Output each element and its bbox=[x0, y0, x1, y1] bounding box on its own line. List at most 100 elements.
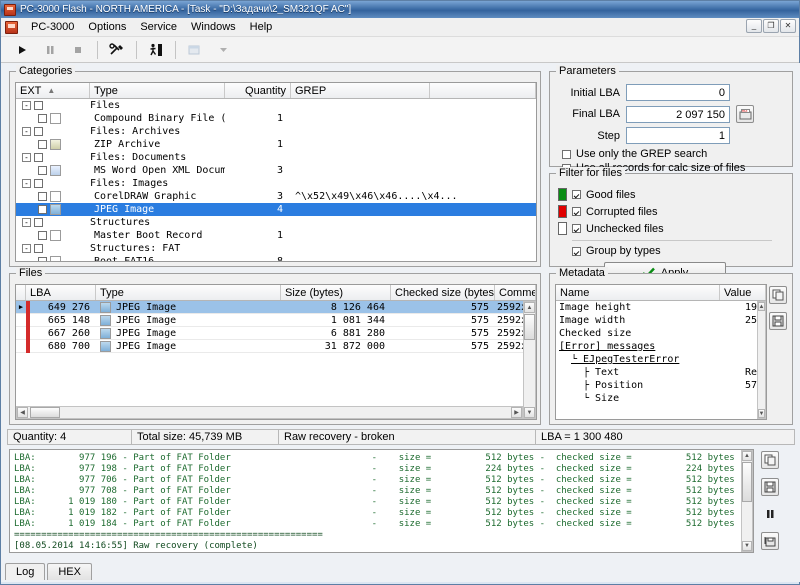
files-grid[interactable]: LBA Type Size (bytes) Checked size (byte… bbox=[15, 284, 537, 420]
pause-log-button[interactable] bbox=[761, 505, 779, 523]
column-header-value[interactable]: Value bbox=[720, 285, 766, 300]
category-checkbox[interactable] bbox=[34, 244, 43, 253]
metadata-vscrollbar[interactable]: ▲ ▼ bbox=[757, 301, 766, 419]
category-checkbox[interactable] bbox=[38, 166, 47, 175]
log-vscroll-thumb[interactable] bbox=[742, 462, 752, 502]
run-utility-button[interactable] bbox=[143, 39, 169, 61]
pause-button[interactable] bbox=[37, 39, 63, 61]
category-row[interactable]: Boot FAT16 8 bbox=[16, 255, 536, 261]
category-row[interactable]: MS Word Open XML Document 3 bbox=[16, 164, 536, 177]
start-button[interactable] bbox=[9, 39, 35, 61]
filter-good-files[interactable]: Good files bbox=[558, 188, 788, 201]
table-row[interactable]: ▶ 649 276 JPEG Image 8 126 464 575 2592x 1 bbox=[16, 300, 536, 314]
category-row[interactable]: - Files: Images bbox=[16, 177, 536, 190]
files-hscroll-thumb[interactable] bbox=[30, 407, 60, 418]
table-row[interactable]: 665 148 JPEG Image 1 081 344 575 2592x 1 bbox=[16, 313, 536, 327]
category-checkbox[interactable] bbox=[38, 231, 47, 240]
category-checkbox[interactable] bbox=[34, 153, 43, 162]
metadata-row[interactable]: ├ Text Re: bbox=[556, 366, 766, 379]
column-header-size[interactable]: Size (bytes) bbox=[281, 285, 391, 300]
category-row[interactable]: - Files bbox=[16, 99, 536, 112]
metadata-row[interactable]: ├ Position 57! bbox=[556, 379, 766, 392]
expander-icon[interactable]: - bbox=[22, 244, 31, 253]
category-checkbox[interactable] bbox=[34, 179, 43, 188]
restore-button[interactable]: ❐ bbox=[763, 19, 779, 33]
expander-icon[interactable]: - bbox=[22, 101, 31, 110]
recent-tasks-button[interactable] bbox=[182, 39, 208, 61]
category-row[interactable]: JPEG Image 4 bbox=[16, 203, 536, 216]
recent-tasks-dropdown[interactable] bbox=[210, 39, 236, 61]
expander-icon[interactable]: - bbox=[22, 218, 31, 227]
category-row[interactable]: - Structures bbox=[16, 216, 536, 229]
filter-corrupted-files[interactable]: Corrupted files bbox=[558, 205, 788, 218]
save-log-button[interactable] bbox=[761, 478, 779, 496]
tools-button[interactable] bbox=[104, 39, 130, 61]
category-checkbox[interactable] bbox=[34, 101, 43, 110]
metadata-row[interactable]: [Error] messages bbox=[556, 340, 766, 353]
menu-item-service[interactable]: Service bbox=[133, 19, 184, 35]
column-header-lba[interactable]: LBA bbox=[26, 285, 96, 300]
final-lba-input[interactable]: 2 097 150 bbox=[626, 105, 730, 123]
column-header-comments[interactable]: Comments bbox=[495, 285, 536, 300]
close-button[interactable]: ✕ bbox=[780, 19, 796, 33]
metadata-row[interactable]: Image height 19( bbox=[556, 301, 766, 314]
column-header-name[interactable]: Name bbox=[556, 285, 720, 300]
scroll-down-icon[interactable]: ▼ bbox=[742, 541, 752, 551]
expander-icon[interactable]: - bbox=[22, 153, 31, 162]
scroll-up-icon[interactable]: ▲ bbox=[524, 302, 535, 313]
column-header-checked-size[interactable]: Checked size (bytes) bbox=[391, 285, 495, 300]
column-header-ext[interactable]: EXT ▲ bbox=[16, 83, 90, 98]
initial-lba-input[interactable]: 0 bbox=[626, 84, 730, 101]
table-row[interactable]: 680 700 JPEG Image 31 872 000 575 2592x 1 bbox=[16, 339, 536, 353]
column-header-grep[interactable]: GREP bbox=[291, 83, 430, 98]
stop-button[interactable] bbox=[65, 39, 91, 61]
scroll-down-icon[interactable]: ▼ bbox=[524, 407, 535, 418]
mdi-child-icon[interactable] bbox=[5, 20, 18, 34]
metadata-row[interactable]: └ EJpegTesterError bbox=[556, 353, 766, 366]
tab-hex[interactable]: HEX bbox=[47, 563, 92, 580]
category-row[interactable]: CorelDRAW Graphic 3 ^\x52\x49\x46\x46....\… bbox=[16, 190, 536, 203]
metadata-row[interactable]: Image width 25! bbox=[556, 314, 766, 327]
tab-log[interactable]: Log bbox=[5, 563, 46, 580]
expander-icon[interactable]: - bbox=[22, 179, 31, 188]
step-input[interactable]: 1 bbox=[626, 127, 730, 144]
menu-item-pc3000[interactable]: PC-3000 bbox=[24, 19, 81, 35]
category-checkbox[interactable] bbox=[38, 205, 47, 214]
metadata-row[interactable]: └ Size1 bbox=[556, 392, 766, 405]
max-lba-button[interactable]: MAX bbox=[736, 105, 754, 123]
save-metadata-button[interactable] bbox=[769, 312, 787, 330]
category-row[interactable]: ZIP Archive 1 bbox=[16, 138, 536, 151]
group-by-types-checkbox[interactable]: Group by types bbox=[572, 245, 788, 257]
scroll-down-icon[interactable]: ▼ bbox=[758, 409, 765, 418]
categories-grid[interactable]: EXT ▲ Type Quantity GREP - Files Compound … bbox=[15, 82, 537, 262]
filter-unchecked-files[interactable]: Unchecked files bbox=[558, 222, 788, 235]
scroll-right-icon[interactable]: ▶ bbox=[511, 407, 522, 418]
category-checkbox[interactable] bbox=[34, 218, 43, 227]
files-vscrollbar[interactable]: ▲ ▼ bbox=[523, 301, 536, 419]
copy-log-button[interactable] bbox=[761, 451, 779, 469]
menu-item-options[interactable]: Options bbox=[81, 19, 133, 35]
log-vscrollbar[interactable]: ▲ ▼ bbox=[741, 450, 753, 552]
scroll-left-icon[interactable]: ◀ bbox=[17, 407, 28, 418]
table-row[interactable]: 667 260 JPEG Image 6 881 280 575 2592x 1 bbox=[16, 326, 536, 340]
menu-item-help[interactable]: Help bbox=[243, 19, 280, 35]
log-panel[interactable]: LBA: 977 196 - Part of FAT Folder - size… bbox=[9, 449, 754, 553]
copy-metadata-button[interactable] bbox=[769, 286, 787, 304]
minimize-button[interactable]: _ bbox=[746, 19, 762, 33]
category-checkbox[interactable] bbox=[38, 114, 47, 123]
category-checkbox[interactable] bbox=[38, 257, 47, 261]
column-header-quantity[interactable]: Quantity bbox=[225, 83, 291, 98]
scroll-up-icon[interactable]: ▲ bbox=[742, 451, 752, 461]
column-header-type[interactable]: Type bbox=[96, 285, 281, 300]
use-grep-only-checkbox[interactable]: Use only the GREP search bbox=[562, 148, 790, 160]
metadata-grid[interactable]: Name Value Image height 19(Image width 25!… bbox=[555, 284, 767, 420]
category-checkbox[interactable] bbox=[38, 140, 47, 149]
category-row[interactable]: - Files: Documents bbox=[16, 151, 536, 164]
metadata-row[interactable]: Checked size bbox=[556, 327, 766, 340]
category-row[interactable]: - Structures: FAT bbox=[16, 242, 536, 255]
category-row[interactable]: - Files: Archives bbox=[16, 125, 536, 138]
category-checkbox[interactable] bbox=[34, 127, 43, 136]
files-hscrollbar[interactable]: ◀ ▶ bbox=[16, 406, 523, 419]
save-all-log-button[interactable] bbox=[761, 532, 779, 550]
expander-icon[interactable]: - bbox=[22, 127, 31, 136]
